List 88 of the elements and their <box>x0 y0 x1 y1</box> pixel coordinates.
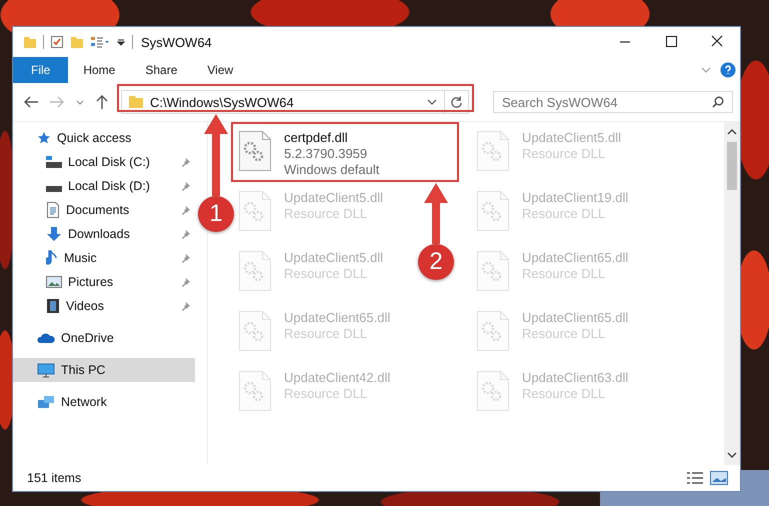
up-arrow-icon[interactable] <box>95 94 109 110</box>
sidebar-label: Quick access <box>57 131 132 145</box>
file-name: UpdateClient65.dll <box>522 250 628 266</box>
ribbon-tab[interactable]: Share <box>130 57 192 83</box>
file-name: UpdateClient42.dll <box>284 370 390 386</box>
sidebar-label: Network <box>61 395 107 409</box>
scrollbar-thumb[interactable] <box>727 142 737 190</box>
pin-icon[interactable] <box>181 301 191 311</box>
ribbon-tab[interactable]: Home <box>68 57 130 83</box>
gear-document-icon <box>476 250 510 292</box>
sidebar-label: Downloads <box>68 227 130 241</box>
scrollbar[interactable] <box>724 122 740 465</box>
scroll-up-icon[interactable] <box>727 128 737 136</box>
drive-icon <box>46 186 62 192</box>
file-name: UpdateClient5.dll <box>284 190 384 206</box>
sidebar-item[interactable]: Documents <box>13 198 195 222</box>
sidebar-label: This PC <box>61 363 106 377</box>
sidebar-label: OneDrive <box>61 331 114 345</box>
network-icon <box>37 394 55 410</box>
file-name: certpdef.dll <box>284 130 349 146</box>
star-icon <box>37 131 51 145</box>
address-bar[interactable]: C:\Windows\SysWOW64 <box>121 90 469 114</box>
forward-arrow-icon[interactable] <box>49 95 65 109</box>
cloud-icon <box>37 332 55 344</box>
monitor-icon <box>37 362 55 378</box>
gear-document-icon <box>476 190 510 232</box>
file-name: UpdateClient65.dll <box>284 310 390 326</box>
back-arrow-icon[interactable] <box>23 95 39 109</box>
address-path: C:\Windows\SysWOW64 <box>150 94 295 110</box>
file-name: UpdateClient5.dll <box>284 250 384 266</box>
item-count: 151 items <box>27 471 82 485</box>
search-icon <box>712 96 724 108</box>
sidebar-label: Music <box>64 251 97 265</box>
checklist-icon[interactable] <box>50 35 64 49</box>
sidebar-item[interactable]: Quick access <box>13 126 195 150</box>
properties-icon[interactable] <box>90 35 110 49</box>
pin-icon[interactable] <box>181 157 191 167</box>
sidebar-label: Documents <box>66 203 130 217</box>
document-icon <box>46 202 60 218</box>
sidebar-label: Videos <box>66 299 104 313</box>
ribbon-tab[interactable]: File <box>13 57 68 83</box>
pin-icon[interactable] <box>181 229 191 239</box>
window-title: SysWOW64 <box>141 34 212 50</box>
file-name: UpdateClient5.dll <box>522 130 622 146</box>
file-name: UpdateClient19.dll <box>522 190 628 206</box>
download-arrow-icon <box>46 226 62 242</box>
drive-icon <box>46 156 62 168</box>
sidebar-label: Local Disk (C:) <box>68 155 150 169</box>
pin-icon[interactable] <box>181 253 191 263</box>
sidebar-item[interactable]: OneDrive <box>13 326 195 350</box>
sidebar-label: Local Disk (D:) <box>68 179 150 193</box>
gear-document-icon <box>476 310 510 352</box>
search-field[interactable]: Search SysWOW64 <box>493 91 733 113</box>
gear-document-icon <box>476 370 510 412</box>
gear-document-icon <box>238 190 272 232</box>
file-name: UpdateClient63.dll <box>522 370 628 386</box>
gear-document-icon <box>476 130 510 172</box>
gear-document-icon <box>238 370 272 412</box>
file-tile[interactable]: certpdef.dll 5.2.3790.3959 Windows default <box>234 128 384 188</box>
music-note-icon <box>46 250 58 266</box>
sidebar-item[interactable]: Local Disk (C:) <box>13 150 195 174</box>
sidebar-item[interactable]: Local Disk (D:) <box>13 174 195 198</box>
arrow <box>424 183 448 244</box>
gear-document-icon <box>238 310 272 352</box>
film-strip-icon <box>46 298 60 314</box>
sidebar-item[interactable]: Videos <box>13 294 195 318</box>
landscape-image-icon <box>46 275 62 289</box>
sidebar-label: Pictures <box>68 275 114 289</box>
gear-document-icon <box>238 130 272 172</box>
scroll-down-icon[interactable] <box>727 451 737 459</box>
sidebar-item[interactable]: Network <box>13 390 195 414</box>
chevron-down-icon[interactable] <box>426 97 438 107</box>
sidebar-item[interactable]: Music <box>13 246 195 270</box>
ribbon-tab[interactable]: View <box>192 57 248 83</box>
gear-document-icon <box>238 250 272 292</box>
file-detail: Windows default <box>284 162 380 178</box>
large-icons-view-icon[interactable] <box>710 471 728 485</box>
sidebar-item[interactable]: Pictures <box>13 270 195 294</box>
pin-icon[interactable] <box>181 205 191 215</box>
sidebar-item[interactable]: Downloads <box>13 222 195 246</box>
details-view-icon[interactable] <box>686 471 704 485</box>
help-icon[interactable] <box>720 62 736 78</box>
folder-icon <box>128 95 144 109</box>
file-name: UpdateClient65.dll <box>522 310 628 326</box>
sidebar-item[interactable]: This PC <box>13 358 195 382</box>
pin-icon[interactable] <box>181 181 191 191</box>
file-detail: 5.2.3790.3959 <box>284 146 368 162</box>
pin-icon[interactable] <box>181 277 191 287</box>
